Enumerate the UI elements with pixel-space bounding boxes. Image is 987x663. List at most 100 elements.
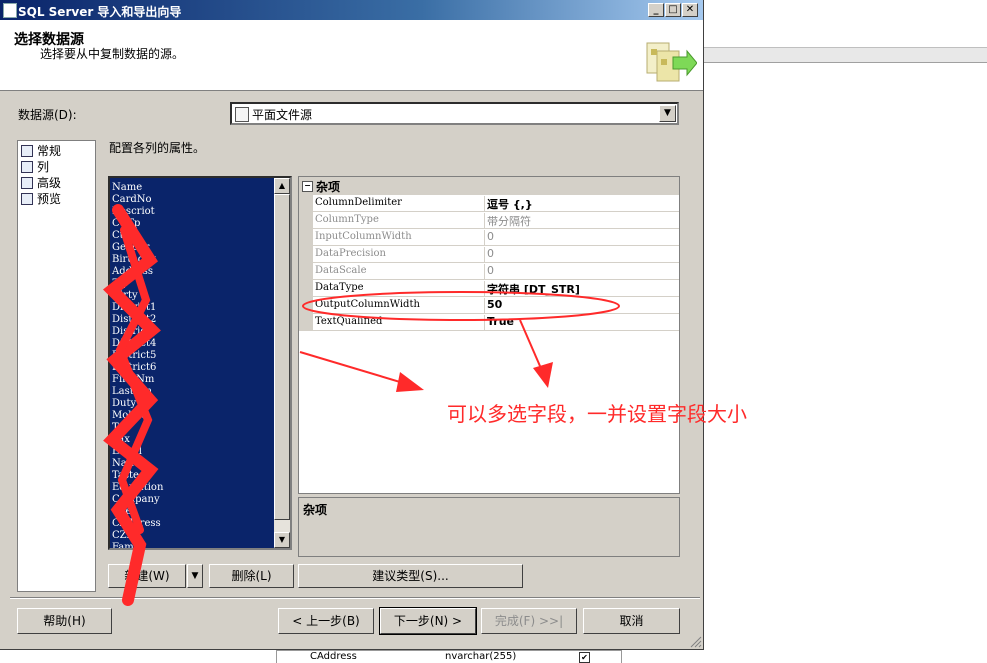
column-list-item[interactable]: District4 (112, 338, 156, 350)
nav-item-label: 常规 (37, 144, 62, 158)
wizard-header: 选择数据源 选择要从中复制数据的源。 (0, 20, 703, 91)
property-category[interactable]: − 杂项 (299, 177, 679, 195)
description-title: 杂项 (303, 503, 328, 517)
column-list-item[interactable]: Address (112, 266, 153, 278)
column-list-item[interactable]: CtfTp (112, 218, 140, 230)
column-list-item[interactable]: CardNo (112, 194, 152, 206)
column-list-item[interactable]: EMail (112, 446, 142, 458)
property-row[interactable]: ColumnDelimiter 逗号 {,} (299, 195, 679, 212)
scroll-up-icon[interactable]: ▲ (274, 178, 290, 194)
finish-button[interactable]: 完成(F) >>| (481, 608, 577, 634)
property-name: TextQualified (315, 316, 383, 327)
property-name: OutputColumnWidth (315, 299, 420, 310)
help-button[interactable]: 帮助(H) (17, 608, 112, 634)
column-list-item[interactable]: FirstNm (112, 374, 154, 386)
column-list-item[interactable]: LastNm (112, 386, 152, 398)
nav-item-preview[interactable]: 预览 (21, 191, 61, 206)
column-list-item[interactable]: Nation (112, 458, 146, 470)
scroll-down-icon[interactable]: ▼ (274, 532, 290, 548)
annotation-text: 可以多选字段，一并设置字段大小 (447, 402, 747, 426)
maximize-button[interactable]: □ (665, 3, 681, 17)
close-button[interactable]: ✕ (682, 3, 698, 17)
background-window (704, 0, 987, 662)
suggest-types-button[interactable]: 建议类型(S)... (298, 564, 523, 588)
column-list-item[interactable]: Education (112, 482, 163, 494)
list-scrollbar[interactable]: ▲ ▼ (274, 178, 290, 548)
back-button[interactable]: < 上一步(B) (278, 608, 374, 634)
property-row[interactable]: DataScale 0 (299, 263, 679, 280)
property-name: ColumnDelimiter (315, 197, 402, 208)
nav-item-label: 预览 (37, 192, 62, 206)
property-row[interactable]: DataPrecision 0 (299, 246, 679, 263)
column-list-item[interactable]: CAddress (112, 518, 161, 530)
property-row[interactable]: OutputColumnWidth 50 (299, 297, 679, 314)
column-list-item[interactable]: Birthday (112, 254, 156, 266)
property-value: 0 (484, 247, 494, 262)
column-list-item[interactable]: Family (112, 542, 146, 548)
delete-button[interactable]: 删除(L) (209, 564, 294, 588)
property-row[interactable]: InputColumnWidth 0 (299, 229, 679, 246)
property-value[interactable]: True (484, 315, 514, 330)
column-list-item[interactable]: Fax (112, 434, 130, 446)
data-source-label: 数据源(D): (18, 108, 77, 122)
title-bar[interactable]: SQL Server 导入和导出向导 _ □ ✕ (0, 0, 703, 20)
property-row[interactable]: DataType 字符串 [DT_STR] (299, 280, 679, 297)
import-export-wizard-dialog: SQL Server 导入和导出向导 _ □ ✕ 选择数据源 选择要从中复制数据… (0, 0, 704, 650)
column-list-item[interactable]: District5 (112, 350, 156, 362)
new-dropdown-chevron-icon[interactable]: ▼ (187, 564, 203, 588)
column-list-item[interactable]: CTel (112, 506, 135, 518)
row-gutter (299, 212, 313, 229)
column-list-item[interactable]: Gender (112, 242, 149, 254)
window-title: SQL Server 导入和导出向导 (18, 5, 182, 19)
column-list-item[interactable]: Zip (112, 278, 129, 290)
background-table-row: CAddress nvarchar(255) ✔ (276, 650, 622, 663)
column-list-item[interactable]: Tel (112, 422, 127, 434)
property-value[interactable]: 字符串 [DT_STR] (484, 281, 580, 296)
property-grid: − 杂项 ColumnDelimiter 逗号 {,} ColumnType 带分隔符… (298, 176, 680, 494)
nav-item-label: 列 (37, 160, 50, 174)
resize-grip-icon[interactable] (688, 634, 702, 648)
row-gutter (299, 297, 313, 314)
column-list-item[interactable]: Company (112, 494, 160, 506)
property-value[interactable]: 50 (484, 298, 502, 313)
property-row[interactable]: TextQualified True (299, 314, 679, 331)
property-value[interactable]: 逗号 {,} (484, 196, 533, 211)
column-list-item[interactable]: District3 (112, 326, 156, 338)
nav-item-advanced[interactable]: 高级 (21, 175, 61, 190)
property-name: ColumnType (315, 214, 379, 225)
row-gutter (299, 314, 313, 331)
row-gutter (299, 195, 313, 212)
column-list-item[interactable]: CtfId (112, 230, 138, 242)
property-description-panel: 杂项 (298, 497, 680, 557)
new-button[interactable]: 新建(W) (108, 564, 186, 588)
columns-icon (21, 160, 33, 173)
column-list-item[interactable]: District6 (112, 362, 156, 374)
column-list-item[interactable]: CZip (112, 530, 136, 542)
minimize-button[interactable]: _ (648, 3, 664, 17)
row-gutter (299, 229, 313, 246)
column-list-item[interactable]: District2 (112, 314, 156, 326)
cancel-button[interactable]: 取消 (583, 608, 680, 634)
column-list-item[interactable]: Dirty (112, 290, 138, 302)
column-list-item[interactable]: Name (112, 182, 142, 194)
checkbox-checked-icon[interactable]: ✔ (579, 652, 590, 663)
column-list-item[interactable]: Duty (112, 398, 136, 410)
property-name: InputColumnWidth (315, 231, 412, 242)
page-subtitle: 选择要从中复制数据的源。 (40, 47, 185, 61)
column-list-item[interactable]: Descriot (112, 206, 155, 218)
data-source-select[interactable]: 平面文件源 ▼ (230, 102, 679, 125)
nav-item-general[interactable]: 常规 (21, 143, 61, 158)
nav-item-columns[interactable]: 列 (21, 159, 49, 174)
next-button[interactable]: 下一步(N) > (379, 607, 477, 635)
column-list-item[interactable]: Mobile (112, 410, 147, 422)
collapse-icon[interactable]: − (302, 181, 313, 192)
property-row[interactable]: ColumnType 带分隔符 (299, 212, 679, 229)
category-label: 杂项 (316, 180, 341, 194)
scroll-thumb[interactable] (274, 194, 290, 520)
column-list-item[interactable]: District1 (112, 302, 156, 314)
chevron-down-icon[interactable]: ▼ (659, 105, 676, 122)
background-row-type: nvarchar(255) (445, 651, 517, 662)
column-list-item[interactable]: Taste (112, 470, 139, 482)
data-source-value: 平面文件源 (252, 108, 313, 122)
column-list[interactable]: Name CardNo Descriot CtfTp CtfId Gender Birthd… (108, 176, 292, 550)
